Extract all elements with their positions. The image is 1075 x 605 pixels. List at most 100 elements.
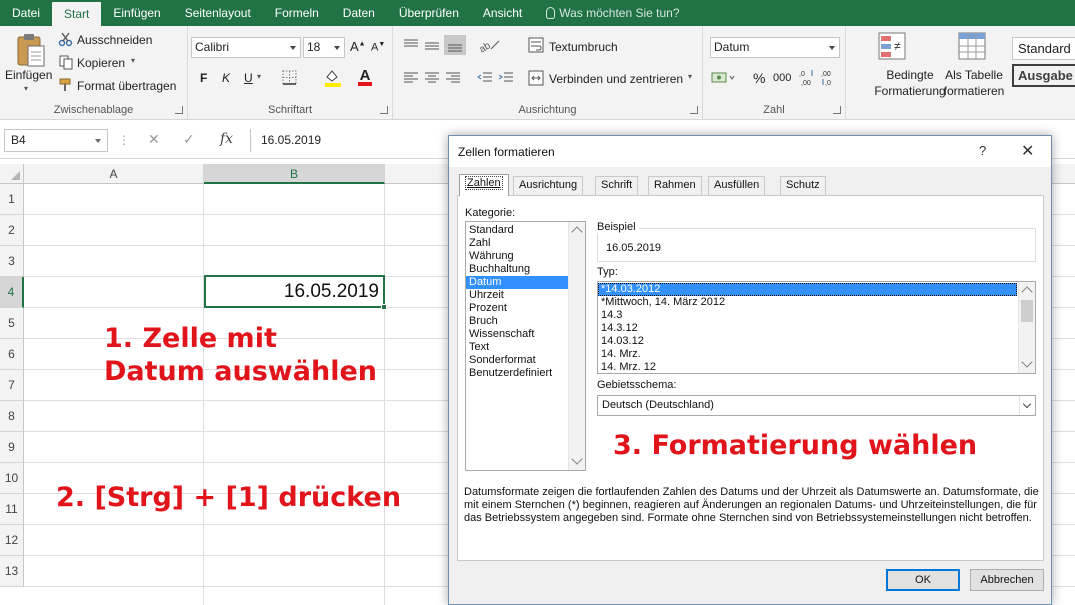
percent-button[interactable]: % [753,70,765,86]
chevron-down-icon[interactable] [571,453,583,465]
cell-b4[interactable]: 16.05.2019 [204,275,387,310]
category-list[interactable]: Standard Zahl Währung Buchhaltung Datum Uhrze… [465,221,586,471]
shrink-font-button[interactable]: A▼ [371,41,385,54]
help-icon[interactable]: ? [979,143,986,158]
insert-function-icon[interactable]: fx [220,131,233,147]
chevron-up-icon[interactable] [571,226,583,238]
row-header-5[interactable]: 5 [0,308,24,339]
row-header-3[interactable]: 3 [0,246,24,277]
tab-ueberpruefen[interactable]: Überprüfen [387,0,471,26]
dialog-tab-ausrichtung[interactable]: Ausrichtung [513,176,584,195]
style-standard[interactable]: Standard [1012,37,1075,60]
accounting-format-icon[interactable] [711,70,737,89]
chevron-down-icon[interactable] [1021,356,1033,368]
thousands-button[interactable]: 000 [773,72,791,84]
underline-button[interactable]: U [244,71,253,85]
column-header-b[interactable]: B [204,164,385,184]
type-item[interactable]: 14. Mrz. [598,348,1017,361]
paste-button[interactable]: Einfügen [5,68,52,82]
copy-dropdown-icon[interactable]: ▾ [131,56,135,65]
style-output[interactable]: Ausgabe [1012,64,1075,87]
dialog-title-bar[interactable]: Zellen formatieren ? ✕ [449,136,1051,167]
wrap-text-button[interactable]: Textumbruch [549,40,618,54]
align-top-icon[interactable] [403,38,419,55]
row-header-6[interactable]: 6 [0,339,24,370]
clipboard-launcher-icon[interactable] [175,106,183,114]
cancel-icon[interactable]: ✕ [148,131,160,148]
dialog-tab-schrift[interactable]: Schrift [595,176,639,195]
dialog-tab-zahlen[interactable]: Zahlen [459,174,509,196]
category-scrollbar[interactable] [568,222,585,470]
merge-dropdown-icon[interactable]: ▾ [688,72,692,81]
paste-dropdown-icon[interactable]: ▾ [24,84,28,93]
type-item[interactable]: 14.03.12 [598,335,1017,348]
align-right-icon[interactable] [445,71,461,88]
font-launcher-icon[interactable] [380,106,388,114]
dialog-tab-schutz[interactable]: Schutz [780,176,826,195]
italic-button[interactable]: K [222,71,230,85]
align-bottom-icon[interactable] [444,35,466,55]
bold-button[interactable]: F [200,71,207,85]
type-list[interactable]: *14.03.2012 *Mittwoch, 14. März 2012 14.3 1… [597,281,1036,374]
tab-formeln[interactable]: Formeln [263,0,331,26]
number-format-combo[interactable]: Datum [710,37,840,58]
type-scrollbar[interactable] [1018,282,1035,373]
row-header-4[interactable]: 4 [0,277,24,308]
name-box[interactable]: B4 [4,129,108,152]
row-header-10[interactable]: 10 [0,463,24,494]
borders-icon[interactable] [282,70,297,88]
fill-handle[interactable] [381,304,387,310]
paste-icon[interactable] [14,32,48,73]
dialog-tab-rahmen[interactable]: Rahmen [648,176,702,195]
increase-decimal-icon[interactable]: ,0,00 [799,68,817,91]
chevron-up-icon[interactable] [1021,286,1033,298]
tab-datei[interactable]: Datei [0,0,52,26]
locale-combo[interactable]: Deutsch (Deutschland) [597,395,1036,416]
select-all-button[interactable] [0,164,24,184]
format-as-table-button[interactable]: Als Tabelle formatieren [938,67,1010,99]
type-item[interactable]: *14.03.2012 [598,283,1017,296]
type-item[interactable]: 14.3.12 [598,322,1017,335]
cut-button[interactable]: Ausschneiden [77,33,152,47]
merge-center-button[interactable]: Verbinden und zentrieren [549,72,683,86]
column-header-a[interactable]: A [24,164,204,184]
row-header-11[interactable]: 11 [0,494,24,525]
tab-seitenlayout[interactable]: Seitenlayout [173,0,263,26]
row-header-2[interactable]: 2 [0,215,24,246]
tab-ansicht[interactable]: Ansicht [471,0,534,26]
fill-color-icon[interactable] [324,68,342,91]
underline-dropdown-icon[interactable]: ▾ [257,72,261,81]
format-painter-button[interactable]: Format übertragen [77,79,176,93]
decrease-decimal-icon[interactable]: ,00,0 [821,68,839,91]
row-header-12[interactable]: 12 [0,525,24,556]
number-launcher-icon[interactable] [833,106,841,114]
tab-daten[interactable]: Daten [331,0,387,26]
grow-font-button[interactable]: A▲ [350,39,366,54]
type-item[interactable]: 14. Mrz. 12 [598,361,1017,373]
tab-einfuegen[interactable]: Einfügen [101,0,172,26]
row-header-7[interactable]: 7 [0,370,24,401]
decrease-indent-icon[interactable] [477,71,493,88]
orientation-icon[interactable]: ab [477,37,501,56]
enter-icon[interactable]: ✓ [183,131,195,148]
row-header-13[interactable]: 13 [0,556,24,587]
type-item[interactable]: 14.3 [598,309,1017,322]
copy-button[interactable]: Kopieren [77,56,125,70]
tab-start[interactable]: Start [52,2,102,26]
close-icon[interactable]: ✕ [1021,141,1034,161]
tell-me-search[interactable]: Was möchten Sie tun? [534,0,691,26]
dialog-tab-ausfuellen[interactable]: Ausfüllen [708,176,766,195]
alignment-launcher-icon[interactable] [690,106,698,114]
increase-indent-icon[interactable] [498,71,514,88]
type-item[interactable]: *Mittwoch, 14. März 2012 [598,296,1017,309]
font-name-combo[interactable]: Calibri [191,37,301,58]
type-scrollbar-thumb[interactable] [1021,300,1033,322]
font-color-button[interactable]: A [358,67,372,86]
align-center-icon[interactable] [424,71,440,88]
align-left-icon[interactable] [403,71,419,88]
ok-button[interactable]: OK [886,569,960,591]
row-header-1[interactable]: 1 [0,184,24,215]
row-header-8[interactable]: 8 [0,401,24,432]
align-middle-icon[interactable] [424,38,440,55]
cancel-button[interactable]: Abbrechen [970,569,1044,591]
